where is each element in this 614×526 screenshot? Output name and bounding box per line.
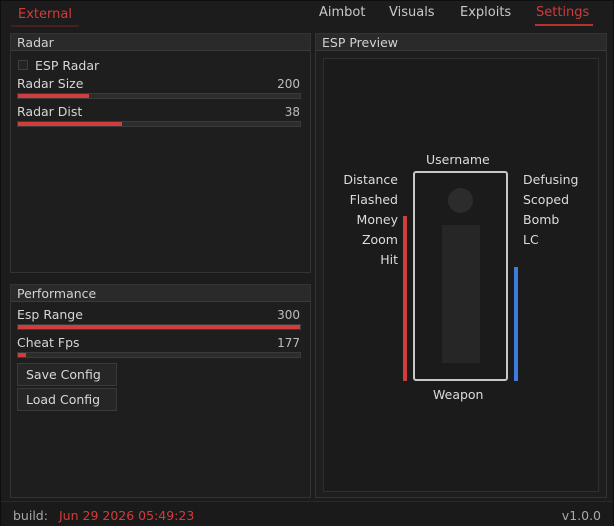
radar-dist-label: Radar Dist	[17, 104, 83, 119]
esp-preview-panel-header: ESP Preview	[316, 34, 606, 51]
esp-zoom-label: Zoom	[361, 232, 398, 247]
cheat-fps-value: 177	[277, 336, 300, 350]
cheat-fps-slider-fill	[18, 353, 27, 357]
esp-defusing-label: Defusing	[523, 172, 579, 187]
performance-panel-title: Performance	[17, 286, 97, 301]
esp-distance-label: Distance	[343, 172, 398, 187]
esp-lc-label: LC	[523, 232, 539, 247]
esp-range-slider[interactable]	[17, 324, 301, 330]
performance-panel-header: Performance	[11, 285, 310, 302]
radar-size-slider-fill	[18, 94, 89, 98]
status-bar: build: Jun 29 2026 05:49:23 v1.0.0	[1, 501, 613, 526]
build-label: build:	[13, 508, 48, 523]
esp-money-label: Money	[356, 212, 398, 227]
radar-dist-slider[interactable]	[17, 121, 301, 127]
save-config-button[interactable]: Save Config	[17, 363, 117, 386]
esp-health-bar	[403, 216, 407, 381]
app-window: External Aimbot Visuals Exploits Setting…	[0, 0, 614, 526]
esp-hit-label: Hit	[380, 252, 398, 267]
esp-range-label: Esp Range	[17, 307, 83, 322]
esp-radar-label: ESP Radar	[35, 58, 100, 73]
tab-settings[interactable]: Settings	[536, 5, 589, 20]
radar-size-slider[interactable]	[17, 93, 301, 99]
tab-exploits[interactable]: Exploits	[460, 5, 511, 20]
esp-range-slider-fill	[18, 325, 300, 329]
load-config-button[interactable]: Load Config	[17, 388, 117, 411]
build-date: Jun 29 2026 05:49:23	[59, 508, 195, 523]
esp-flashed-label: Flashed	[349, 192, 398, 207]
esp-bomb-label: Bomb	[523, 212, 560, 227]
esp-armor-bar	[514, 267, 518, 381]
cheat-fps-label: Cheat Fps	[17, 335, 80, 350]
radar-dist-slider-fill	[18, 122, 123, 126]
app-title: External	[18, 7, 72, 22]
esp-player-body	[442, 225, 480, 363]
tab-visuals[interactable]: Visuals	[389, 5, 435, 20]
tab-aimbot[interactable]: Aimbot	[319, 5, 365, 20]
esp-weapon-label: Weapon	[433, 387, 484, 402]
esp-radar-checkbox[interactable]	[18, 60, 28, 70]
esp-preview-panel-title: ESP Preview	[322, 35, 399, 50]
radar-size-value: 200	[277, 77, 300, 91]
radar-dist-value: 38	[284, 105, 300, 119]
title-bar: External Aimbot Visuals Exploits Setting…	[1, 1, 613, 31]
esp-scoped-label: Scoped	[523, 192, 570, 207]
active-tab-indicator	[535, 24, 593, 26]
esp-range-value: 300	[277, 308, 300, 322]
esp-player-head	[448, 188, 473, 213]
cheat-fps-slider[interactable]	[17, 352, 301, 358]
app-title-underline	[11, 25, 79, 27]
radar-panel-header: Radar	[11, 34, 310, 51]
version-label: v1.0.0	[561, 508, 601, 523]
radar-size-label: Radar Size	[17, 76, 84, 91]
esp-username-label: Username	[426, 152, 490, 167]
radar-panel-title: Radar	[17, 35, 54, 50]
